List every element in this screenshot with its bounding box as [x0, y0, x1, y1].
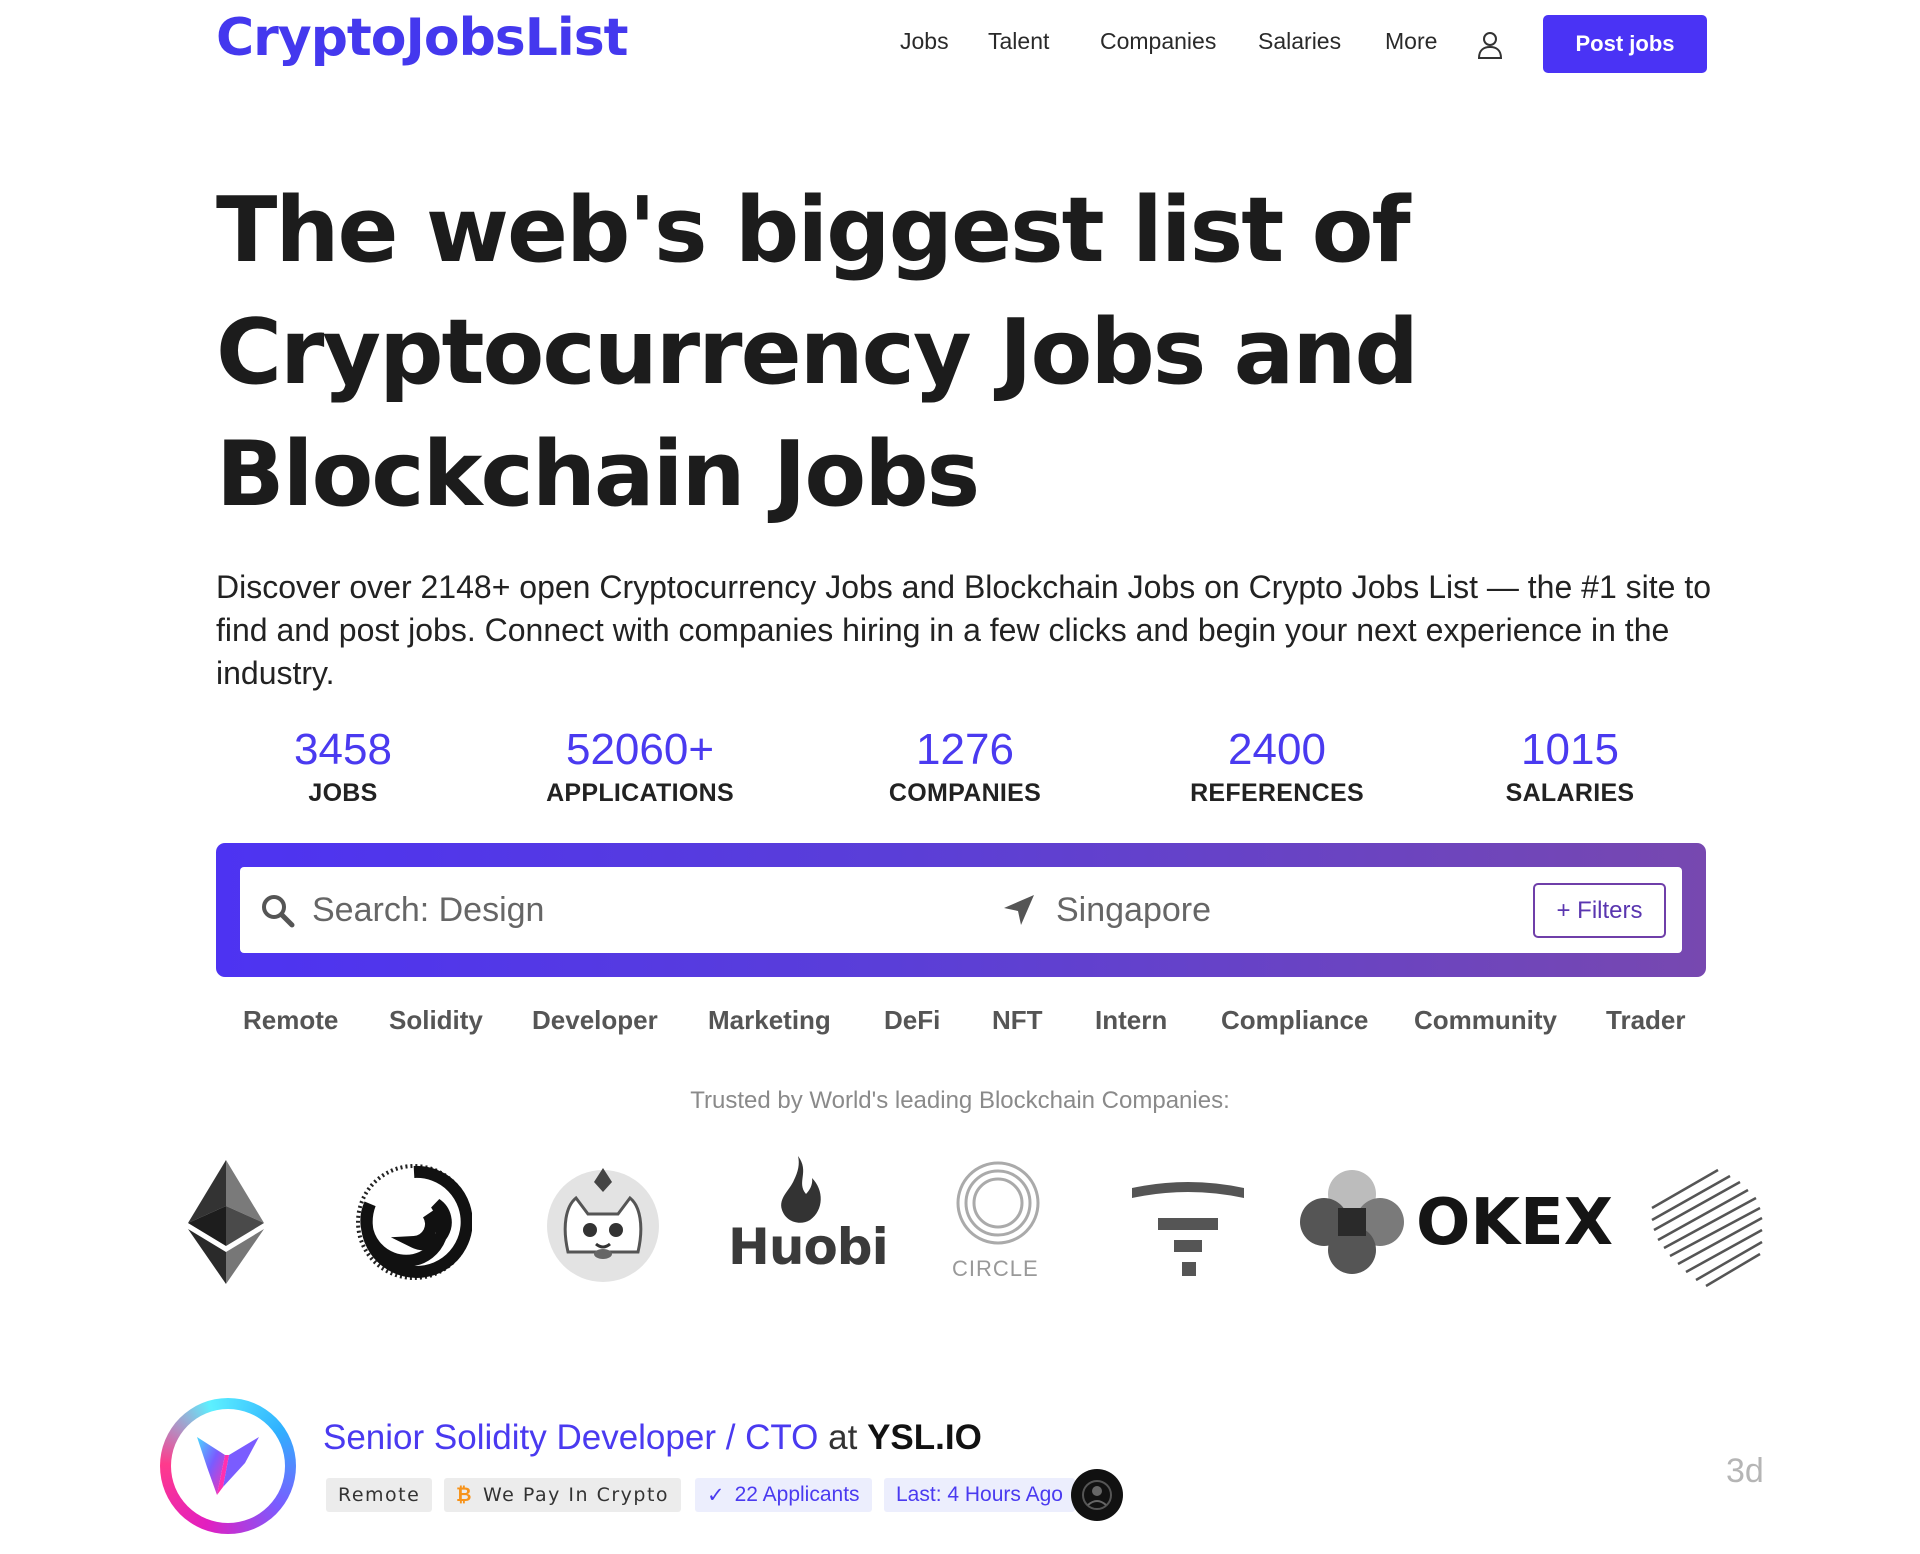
nav-talent[interactable]: Talent: [988, 28, 1049, 55]
last-activity-badge: Last: 4 Hours Ago: [884, 1478, 1075, 1512]
stat-label: REFERENCES: [1190, 779, 1364, 807]
tag-intern[interactable]: Intern: [1095, 1005, 1167, 1036]
nav-companies[interactable]: Companies: [1100, 28, 1216, 55]
circle-logo: CIRCLE: [950, 1160, 1046, 1290]
stat-value: 1276: [916, 725, 1014, 774]
tag-remote[interactable]: Remote: [243, 1005, 338, 1036]
stat-value: 1015: [1521, 725, 1619, 774]
site-header: CryptoJobsList Jobs Talent Companies Sal…: [0, 0, 1920, 90]
hero-title-line-1: The web's biggest list of: [216, 178, 1411, 283]
tag-compliance[interactable]: Compliance: [1221, 1005, 1368, 1036]
job-at: at: [828, 1418, 858, 1457]
huobi-wordmark: Huobi: [728, 1218, 889, 1276]
search-bar: + Filters: [240, 867, 1682, 953]
location-input[interactable]: [1056, 885, 1456, 935]
remote-badge: Remote: [326, 1478, 433, 1512]
last-activity-label: Last: 4 Hours Ago: [896, 1483, 1063, 1506]
stat-salaries: 1015 SALARIES: [1420, 725, 1720, 808]
nav-jobs[interactable]: Jobs: [900, 28, 949, 55]
stat-label: APPLICATIONS: [546, 779, 734, 807]
flame-icon: [781, 1156, 821, 1223]
striped-diamond-logo: [1651, 1168, 1763, 1288]
okex-wordmark: OKEX: [1416, 1186, 1614, 1260]
applicants-label: 22 Applicants: [734, 1483, 860, 1506]
stat-jobs: 3458 JOBS: [193, 725, 493, 808]
stat-value: 3458: [294, 725, 392, 774]
tag-solidity[interactable]: Solidity: [389, 1005, 483, 1036]
crypto-pay-badge: ₿ We Pay In Crypto: [444, 1478, 682, 1512]
check-icon: ✓: [707, 1483, 725, 1507]
stat-label: SALARIES: [1505, 779, 1635, 807]
nav-salaries[interactable]: Salaries: [1258, 28, 1341, 55]
search-panel: + Filters: [216, 843, 1706, 977]
circle-rings-icon: [956, 1161, 1040, 1245]
filters-button[interactable]: + Filters: [1533, 883, 1666, 938]
stat-label: JOBS: [308, 779, 378, 807]
tag-marketing[interactable]: Marketing: [708, 1005, 831, 1036]
job-title[interactable]: Senior Solidity Developer / CTO at YSL.I…: [323, 1418, 982, 1458]
stat-value: 2400: [1228, 725, 1326, 774]
job-age: 3d: [1726, 1452, 1764, 1490]
ysl-logo-icon: [197, 1437, 259, 1495]
huobi-logo: Huobi: [728, 1156, 889, 1286]
recruiter-avatar-icon: [1082, 1480, 1112, 1510]
bitcoin-icon: ₿: [456, 1483, 473, 1506]
hero-title-line-3: Blockchain Jobs: [216, 422, 980, 527]
company-avatar-inner: [171, 1409, 285, 1523]
okex-logo: OKEX: [1298, 1168, 1613, 1284]
ethereum-logo: [188, 1160, 264, 1284]
tron-style-logo: [1132, 1182, 1244, 1276]
stat-label: COMPANIES: [888, 779, 1042, 807]
hero-title: The web's biggest list of Cryptocurrency…: [216, 170, 1516, 536]
circle-wordmark: CIRCLE: [952, 1256, 1039, 1281]
tag-defi[interactable]: DeFi: [884, 1005, 940, 1036]
nav-more[interactable]: More: [1385, 28, 1437, 55]
tag-developer[interactable]: Developer: [532, 1005, 658, 1036]
search-input[interactable]: [312, 885, 912, 935]
tag-trader[interactable]: Trader: [1606, 1005, 1686, 1036]
search-icon: [262, 895, 295, 928]
tag-nft[interactable]: NFT: [992, 1005, 1043, 1036]
job-role[interactable]: Senior Solidity Developer / CTO: [323, 1418, 818, 1457]
tag-community[interactable]: Community: [1414, 1005, 1557, 1036]
cryptokitties-logo: [547, 1168, 659, 1282]
remote-badge-label: Remote: [338, 1484, 421, 1506]
post-jobs-button[interactable]: Post jobs: [1543, 15, 1707, 73]
hero-title-line-2: Cryptocurrency Jobs and: [216, 300, 1419, 405]
hero-description: Discover over 2148+ open Cryptocurrency …: [216, 569, 1711, 691]
trusted-by-text: Trusted by World's leading Blockchain Co…: [690, 1087, 1230, 1114]
okex-petals-icon: [1300, 1170, 1404, 1274]
recruiter-avatar[interactable]: [1071, 1469, 1123, 1521]
company-avatar[interactable]: [160, 1398, 296, 1534]
crypto-pay-label: We Pay In Crypto: [482, 1484, 670, 1506]
stat-companies: 1276 COMPANIES: [815, 725, 1115, 808]
location-arrow-icon: [1004, 895, 1034, 925]
stat-applications: 52060+ APPLICATIONS: [490, 725, 790, 808]
spiral-logo: [356, 1164, 472, 1280]
applicants-badge: ✓ 22 Applicants: [695, 1478, 872, 1512]
site-logo[interactable]: CryptoJobsList: [216, 8, 629, 68]
stat-value: 52060+: [565, 725, 715, 774]
job-company[interactable]: YSL.IO: [867, 1418, 982, 1457]
stat-references: 2400 REFERENCES: [1127, 725, 1427, 808]
user-icon[interactable]: [1477, 30, 1503, 60]
